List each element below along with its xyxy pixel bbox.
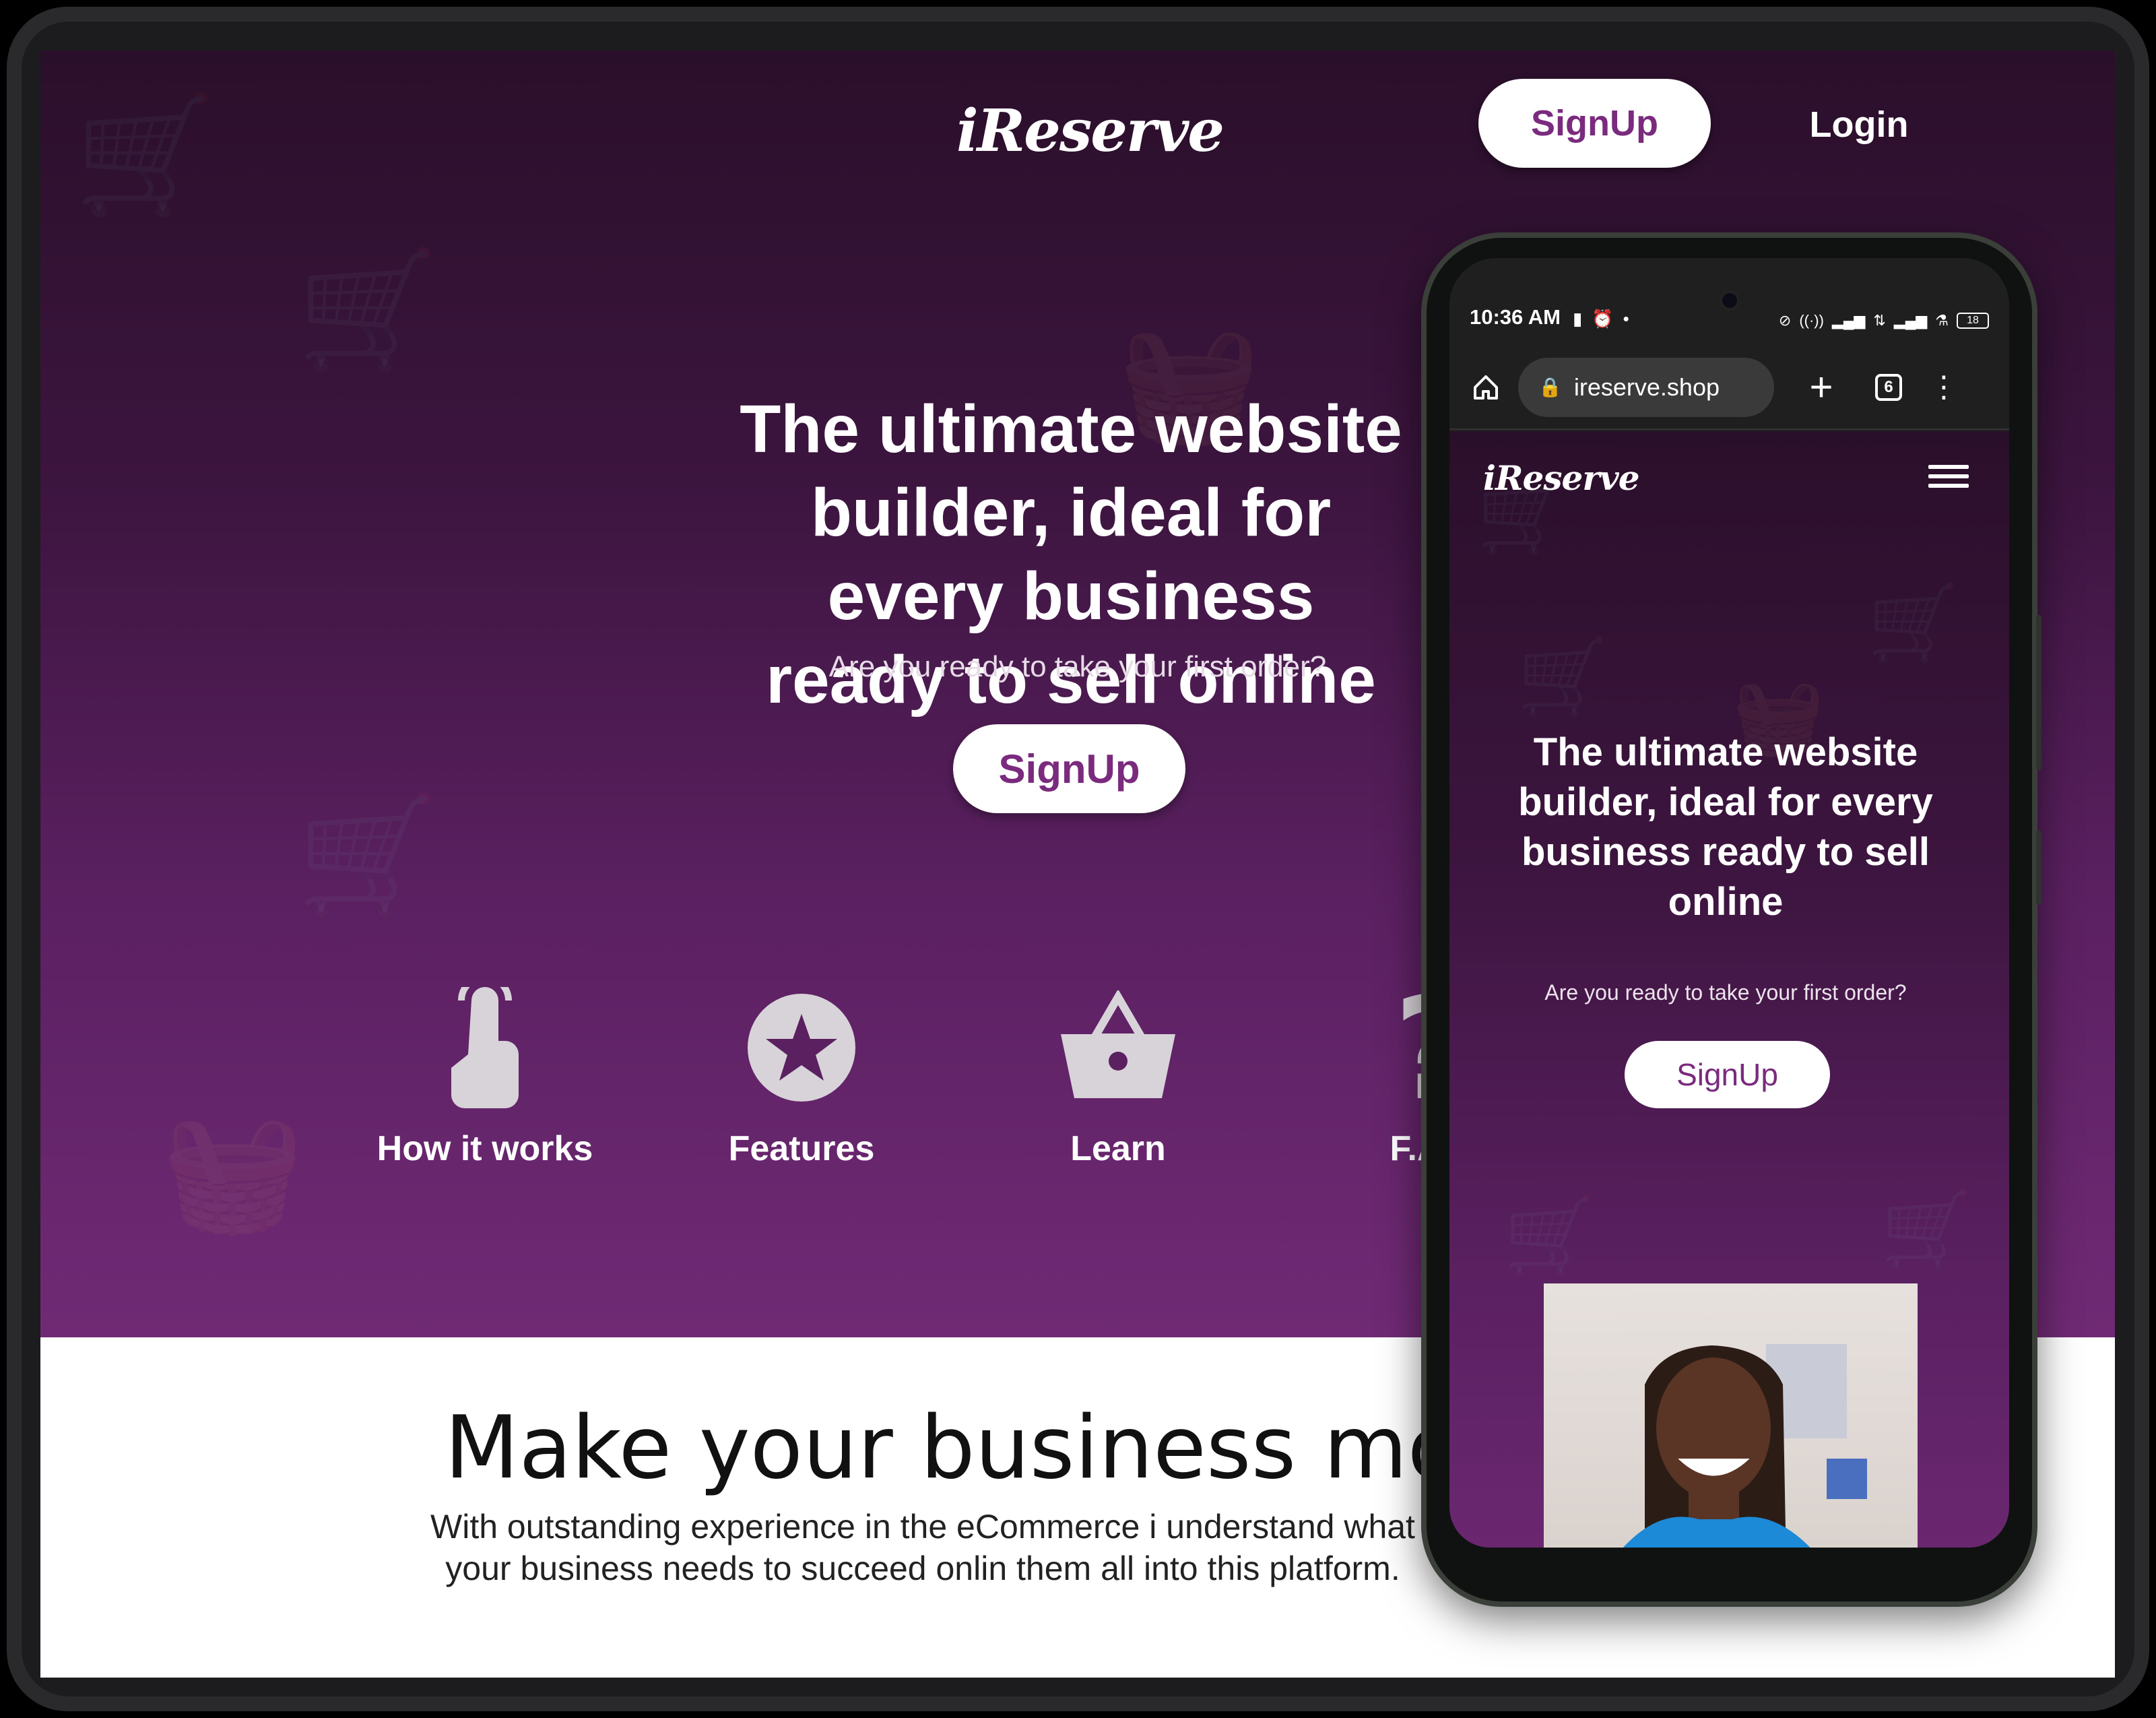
nav-features[interactable]: Features (660, 984, 943, 1169)
cart-bg-icon: 🛒 (296, 792, 439, 920)
flask-icon: ⚗ (1935, 312, 1949, 329)
phone-screen: 10:36 AM ▮ ⏰ • ⊘ ((·)) ▂▄▆ ⇅ ▂▄▆ ⚗ 18 🔒 … (1449, 258, 2009, 1548)
nav-label: Features (728, 1129, 875, 1168)
dnd-icon: ⊘ (1778, 312, 1792, 329)
basket-bg-icon: 🧺 (162, 1108, 304, 1236)
address-bar[interactable]: 🔒 ireserve.shop (1518, 357, 1774, 417)
star-icon (660, 984, 943, 1112)
nav-label: Learn (1070, 1129, 1166, 1168)
phone-device: 10:36 AM ▮ ⏰ • ⊘ ((·)) ▂▄▆ ⇅ ▂▄▆ ⚗ 18 🔒 … (1421, 232, 2041, 1607)
battery-icon: 18 (1957, 313, 1989, 329)
sim-icon: ▮ (1572, 309, 1583, 329)
header-login-link[interactable]: Login (1765, 91, 1953, 158)
tab-count: 6 (1884, 377, 1893, 396)
hero-signup-button[interactable]: SignUp (953, 724, 1185, 813)
phone-side-button (2036, 615, 2041, 770)
hero-photo (1544, 1283, 1918, 1548)
header-signup-button[interactable]: SignUp (1478, 79, 1711, 168)
cart-bg-icon: 🛒 (1881, 1188, 1973, 1271)
front-camera (1719, 290, 1740, 311)
browser-toolbar: 🔒 ireserve.shop + 6 ⋮ (1449, 346, 2009, 430)
cart-bg-icon: 🛒 (1867, 581, 1959, 664)
tab-switcher-button[interactable]: 6 (1875, 373, 1902, 401)
hamburger-menu-icon[interactable] (1928, 465, 1969, 492)
section-title: Make your business more (445, 1398, 1547, 1498)
nav-learn[interactable]: Learn (977, 984, 1260, 1169)
home-icon[interactable] (1466, 367, 1506, 408)
nav-how-it-works[interactable]: How it works (344, 984, 626, 1169)
cart-bg-icon: 🛒 (1517, 635, 1609, 718)
kebab-menu-icon[interactable]: ⋮ (1929, 370, 1959, 404)
mobile-hero-headline: The ultimate website builder, ideal for … (1518, 730, 1933, 924)
nav-label: How it works (377, 1129, 593, 1168)
address-bar-url: ireserve.shop (1573, 373, 1720, 401)
lock-icon: 🔒 (1538, 377, 1562, 397)
pointer-hand-icon (344, 984, 626, 1112)
site-logo[interactable]: iReserve (956, 91, 1224, 172)
mobile-signup-button[interactable]: SignUp (1625, 1041, 1830, 1108)
mobile-hero-subheadline: Are you ready to take your first order? (1544, 980, 1907, 1005)
signal-icon: ▂▄▆ (1831, 312, 1866, 329)
basket-icon (977, 984, 1260, 1112)
phone-side-button (2036, 831, 2041, 905)
cart-bg-icon: 🛒 (1503, 1195, 1596, 1277)
status-icons-left: ▮ ⏰ • (1573, 309, 1629, 329)
new-tab-icon[interactable]: + (1801, 364, 1841, 410)
dot-icon: • (1623, 309, 1629, 329)
battery-level: 18 (1967, 315, 1979, 326)
mobile-page: 🛒 🛒 🛒 🧺 🛒 🛒 iReserve The ultimate websit… (1449, 431, 2009, 1548)
status-icons-right: ⊘ ((·)) ▂▄▆ ⇅ ▂▄▆ ⚗ 18 (1779, 312, 1989, 329)
data-icon: ⇅ (1873, 312, 1886, 329)
hotspot-icon: ((·)) (1799, 312, 1824, 329)
cart-bg-icon: 🛒 (296, 246, 439, 374)
signal-icon-2: ▂▄▆ (1893, 312, 1928, 329)
section-body: With outstanding experience in the eComm… (430, 1508, 1415, 1587)
cart-bg-icon: 🛒 (74, 91, 217, 219)
status-time: 10:36 AM (1470, 305, 1561, 329)
mobile-site-logo[interactable]: iReserve (1483, 458, 1640, 498)
alarm-icon: ⏰ (1592, 309, 1614, 329)
